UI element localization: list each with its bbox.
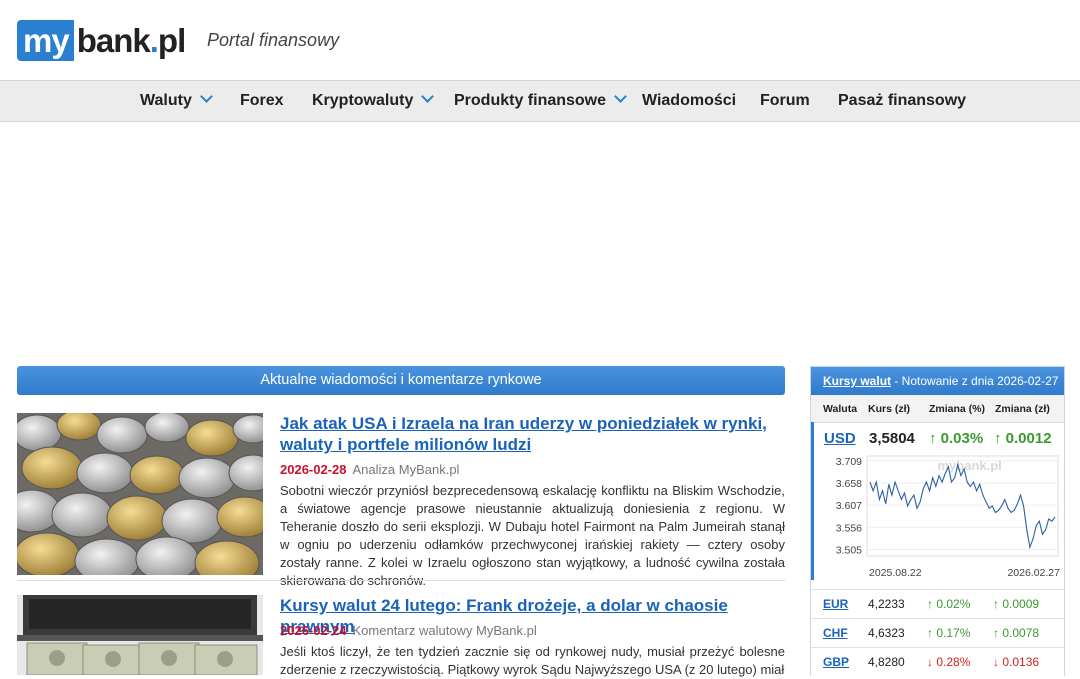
currency-change-pct: ↑ 0.03% bbox=[929, 430, 984, 447]
rate-row-chf: CHF 4,6323 ↑ 0.17% ↑ 0.0078 bbox=[811, 618, 1064, 647]
article-excerpt: Sobotni wieczór przyniósł bezprecedensow… bbox=[280, 483, 785, 588]
banknotes-case-image bbox=[17, 595, 263, 675]
news-article: Kursy walut 24 lutego: Frank drożeje, a … bbox=[17, 593, 785, 677]
nav-item-produkty-finansowe[interactable]: Produkty finansowe bbox=[454, 81, 627, 121]
nav-item-forex[interactable]: Forex bbox=[240, 81, 284, 121]
rates-header-link[interactable]: Kursy walut bbox=[823, 374, 891, 388]
col-kurs: Kurs (zł) bbox=[868, 403, 910, 415]
chart-y-tick-label: 3.556 bbox=[836, 522, 862, 534]
logo-pl: pl bbox=[157, 22, 186, 59]
article-title-link[interactable]: Jak atak USA i Izraela na Iran uderzy w … bbox=[280, 413, 785, 455]
rate-row-gbp: GBP 4,8280 ↓ 0.28% ↓ 0.0136 bbox=[811, 647, 1064, 676]
nav-label: Kryptowaluty bbox=[312, 92, 414, 109]
nav-item-forum[interactable]: Forum bbox=[760, 81, 810, 121]
article-thumbnail-coins[interactable] bbox=[17, 413, 263, 575]
news-article: Jak atak USA i Izraela na Iran uderzy w … bbox=[17, 411, 785, 588]
article-category: Komentarz walutowy MyBank.pl bbox=[352, 623, 537, 638]
currency-change-abs: ↑ 0.0009 bbox=[993, 597, 1040, 611]
nav-label: Wiadomości bbox=[642, 92, 737, 109]
article-date: 2026-02-24 bbox=[280, 623, 347, 638]
logo-bank: bank bbox=[76, 22, 151, 59]
rates-header-date: - Notowanie z dnia 2026-02-27 bbox=[891, 374, 1059, 388]
currency-change-abs: ↓ 0.0136 bbox=[993, 655, 1040, 669]
article-meta: 2026-02-28 Analiza MyBank.pl bbox=[280, 462, 459, 477]
nav-item-pasaz-finansowy[interactable]: Pasaż finansowy bbox=[838, 81, 966, 121]
currency-code-gbp[interactable]: GBP bbox=[823, 655, 849, 669]
site-logo[interactable]: my bank.pl bbox=[17, 20, 187, 61]
chevron-down-icon bbox=[421, 90, 435, 103]
chart-y-tick-label: 3.607 bbox=[836, 500, 862, 512]
rate-row-eur: EUR 4,2233 ↑ 0.02% ↑ 0.0009 bbox=[811, 589, 1064, 618]
currency-change-pct: ↑ 0.02% bbox=[927, 597, 971, 611]
chart-x-tick-label: 2025.08.22 bbox=[869, 567, 922, 579]
article-date: 2026-02-28 bbox=[280, 462, 347, 477]
news-section-title: Aktualne wiadomości i komentarze rynkowe bbox=[17, 366, 785, 395]
logo-my: my bbox=[17, 20, 74, 61]
currency-rate: 4,2233 bbox=[868, 597, 905, 611]
rate-row-usd: USD 3,5804 ↑ 0.03% ↑ 0.0012 3.709 3.658 3.… bbox=[811, 422, 1064, 580]
nav-item-wiadomosci[interactable]: Wiadomości bbox=[642, 81, 736, 121]
nav-label: Waluty bbox=[140, 92, 192, 109]
nav-item-kryptowaluty[interactable]: Kryptowaluty bbox=[312, 81, 435, 121]
col-zmiana-pct: Zmiana (%) bbox=[929, 403, 986, 415]
nav-label: Produkty finansowe bbox=[454, 92, 607, 109]
logo-dot: . bbox=[149, 22, 159, 59]
rates-column-headers: Waluta Kurs (zł) Zmiana (%) Zmiana (zł) bbox=[811, 395, 1064, 423]
article-divider bbox=[17, 580, 785, 581]
article-excerpt: Jeśli ktoś liczył, że ten tydzień zaczni… bbox=[280, 644, 785, 677]
logo-rest: bank.pl bbox=[74, 20, 187, 61]
currency-rate: 4,8280 bbox=[868, 655, 905, 669]
article-meta: 2026-02-24 Komentarz walutowy MyBank.pl bbox=[280, 623, 537, 638]
nav-item-waluty[interactable]: Waluty bbox=[140, 81, 213, 121]
currency-change-pct: ↓ 0.28% bbox=[927, 655, 971, 669]
article-category: Analiza MyBank.pl bbox=[352, 462, 460, 477]
nav-label: Forex bbox=[240, 92, 284, 109]
chevron-down-icon bbox=[199, 90, 213, 103]
coins-image bbox=[17, 413, 263, 575]
currency-code-chf[interactable]: CHF bbox=[823, 626, 848, 640]
currency-change-abs: ↑ 0.0078 bbox=[993, 626, 1040, 640]
currency-change-pct: ↑ 0.17% bbox=[927, 626, 971, 640]
nav-label: Forum bbox=[760, 92, 810, 109]
main-nav: Waluty Forex Kryptowaluty Produkty finan… bbox=[0, 80, 1080, 122]
site-tagline: Portal finansowy bbox=[207, 30, 340, 50]
site-header: my bank.pl Portal finansowy bbox=[0, 0, 1080, 80]
chart-y-tick-label: 3.709 bbox=[836, 456, 862, 468]
widget-header: Kursy walut - Notowanie z dnia 2026-02-2… bbox=[811, 367, 1064, 395]
chart-y-tick-label: 3.658 bbox=[836, 478, 862, 490]
currency-code-usd[interactable]: USD bbox=[824, 430, 856, 447]
nav-label: Pasaż finansowy bbox=[838, 92, 967, 109]
chart-x-tick-label: 2026.02.27 bbox=[1007, 567, 1060, 579]
chart-y-tick-label: 3.505 bbox=[836, 544, 862, 556]
currency-rate: 3,5804 bbox=[869, 430, 915, 447]
chevron-down-icon bbox=[614, 90, 627, 103]
article-thumbnail-banknotes[interactable] bbox=[17, 595, 263, 675]
col-waluta: Waluta bbox=[823, 403, 858, 415]
currency-rates-widget: Kursy walut - Notowanie z dnia 2026-02-2… bbox=[810, 366, 1065, 676]
currency-rate: 4,6323 bbox=[868, 626, 905, 640]
currency-code-eur[interactable]: EUR bbox=[823, 597, 848, 611]
col-zmiana-zl: Zmiana (zł) bbox=[995, 403, 1050, 415]
currency-change-abs: ↑ 0.0012 bbox=[994, 430, 1052, 447]
usd-rate-chart: 3.7093.6583.6073.5563.505mybank.pl2025.0… bbox=[836, 455, 1060, 579]
